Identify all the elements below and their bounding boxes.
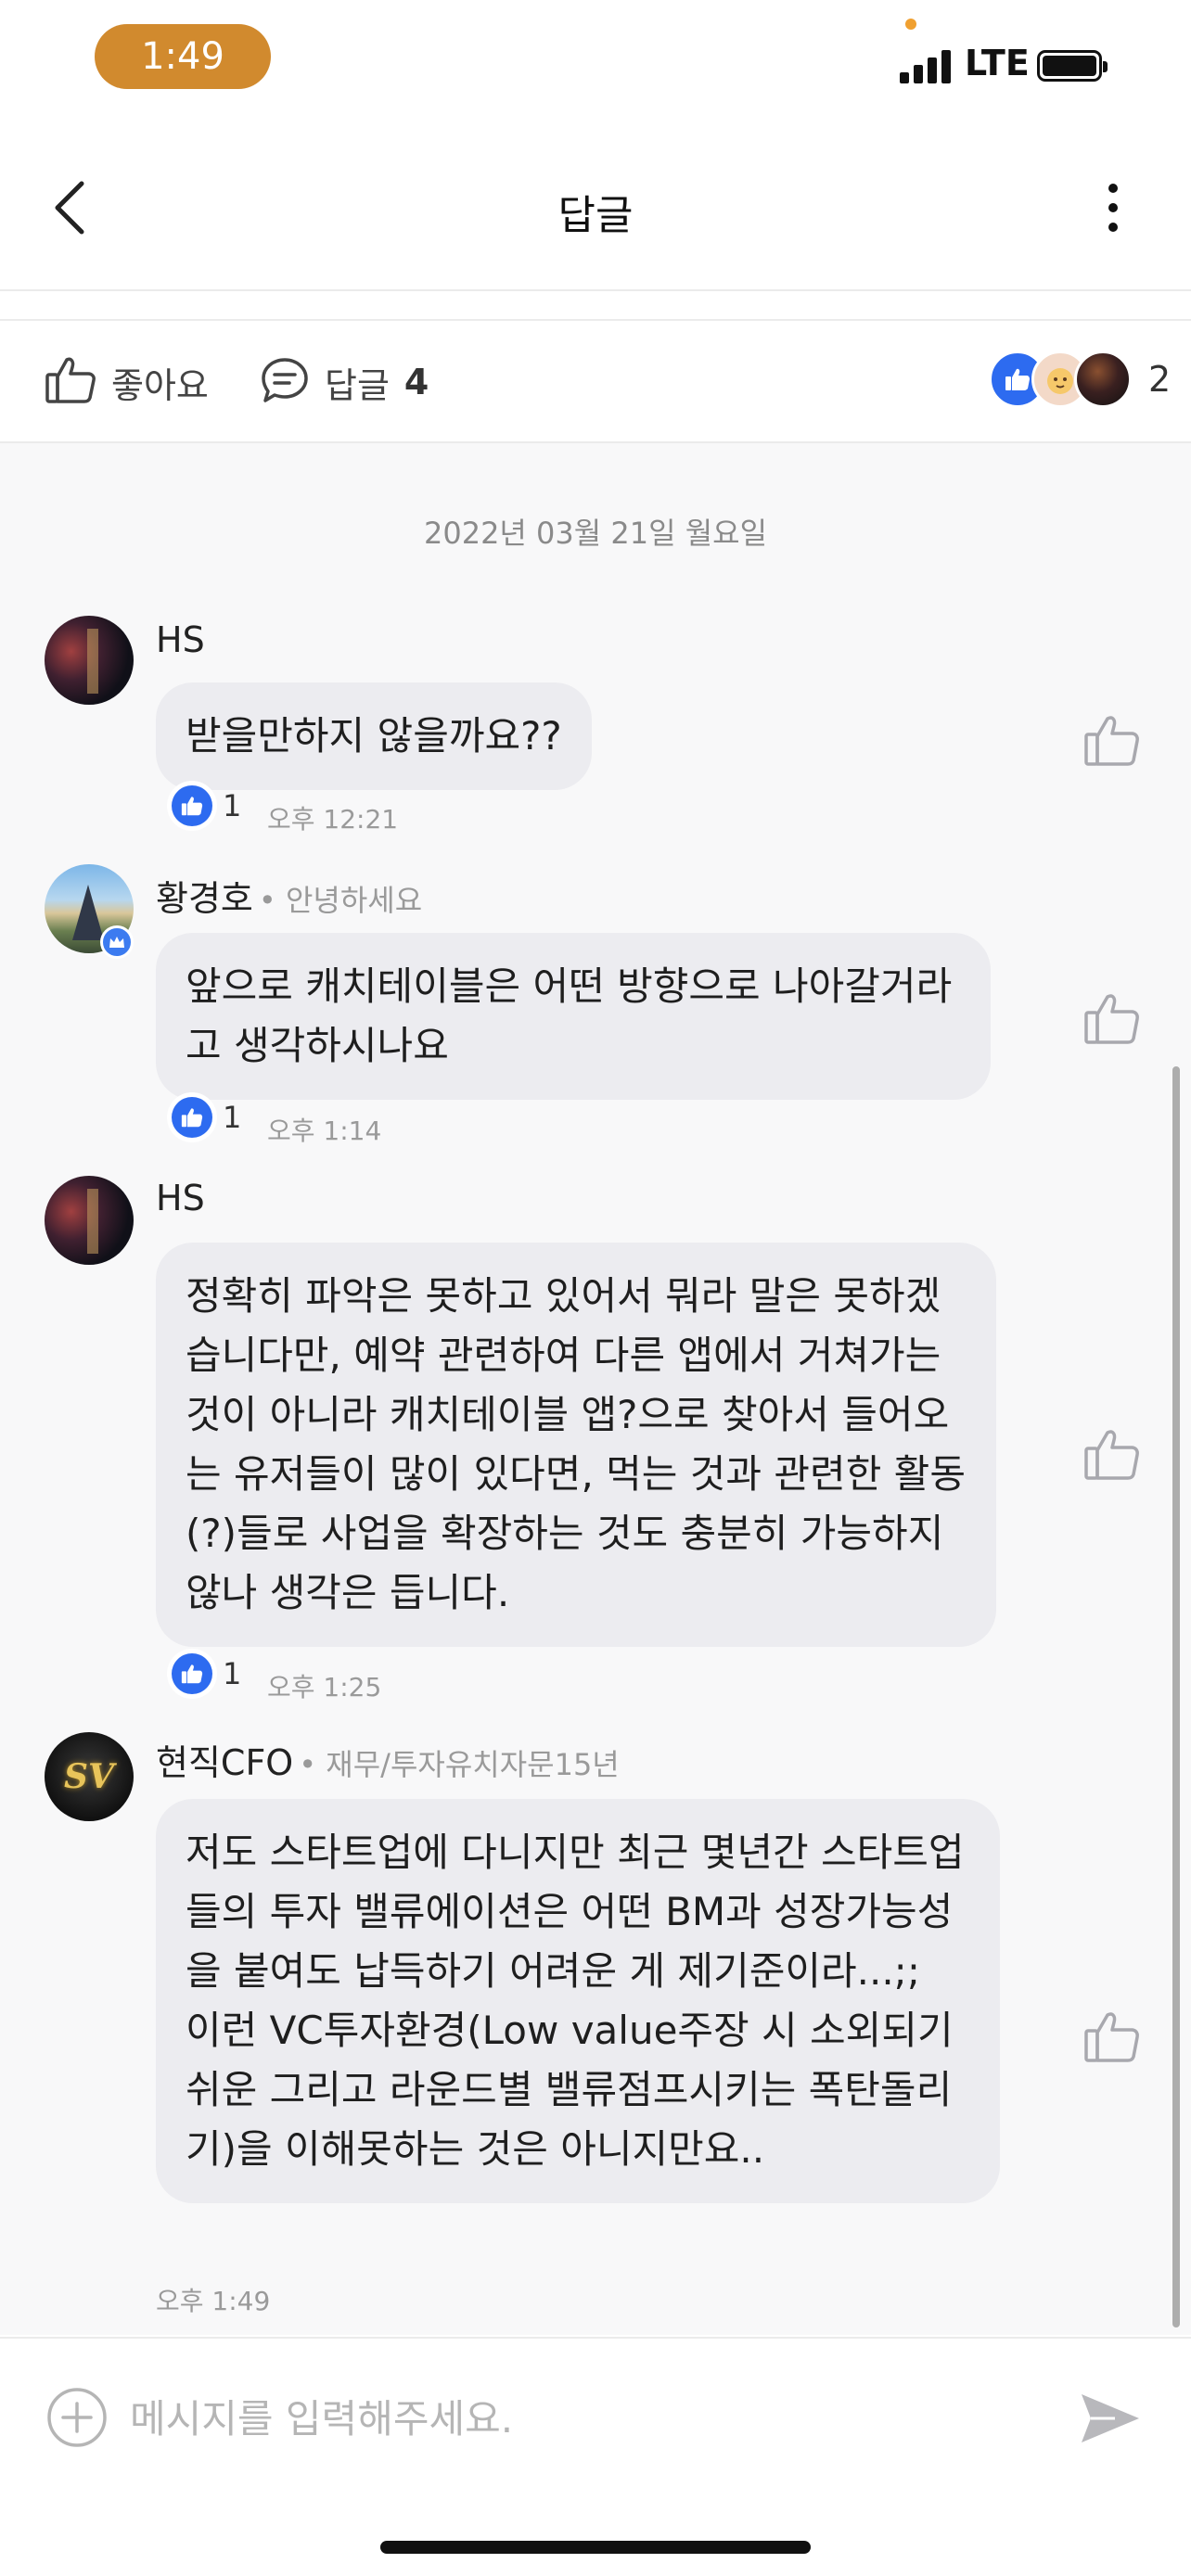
message-bubble: 저도 스타트업에 다니지만 최근 몇년간 스타트업들의 투자 밸류에이션은 어떤… [156,1799,1000,2203]
thumbs-up-icon[interactable] [1083,992,1139,1044]
reaction-chip[interactable]: 1 [167,1092,241,1142]
author-bio: • 안녕하세요 [258,883,423,918]
status-time: 1:49 [95,24,271,89]
reaction-chip[interactable]: 1 [167,1649,241,1699]
like-button[interactable]: 좋아요 [45,356,209,408]
message-bubble: 정확히 파악은 못하고 있어서 뭐라 말은 못하겠습니다만, 예약 관련하여 다… [156,1243,996,1647]
message-time: 오후 1:25 [267,1672,382,1702]
reactor-list[interactable]: 2 [989,351,1171,408]
scrollbar[interactable] [1172,1066,1180,2327]
reply-label: 답글 [325,364,390,406]
composer [0,2337,1191,2576]
status-bar: 1:49 LTE [0,0,1191,121]
battery-icon [1037,50,1108,82]
reply-button[interactable]: 답글 4 [260,356,429,408]
divider [0,289,1191,291]
plus-circle-icon[interactable] [46,2387,108,2448]
comment-icon [260,356,310,408]
message-time: 오후 12:21 [267,804,399,835]
like-reaction-icon [167,781,217,831]
author-name[interactable]: 현직CFO • 재무/투자유치자문15년 [156,1734,620,1785]
reply-count: 4 [403,362,429,402]
send-icon[interactable] [1078,2389,1143,2448]
author-bio: • 재무/투자유치자문15년 [299,1747,620,1782]
thumbs-up-icon[interactable] [1083,1428,1139,1480]
author-name[interactable]: HS [156,1178,205,1218]
like-label: 좋아요 [111,364,209,406]
author-name[interactable]: HS [156,619,205,660]
author-name[interactable]: 황경호 • 안녕하세요 [156,870,422,921]
more-vertical-icon[interactable] [1095,176,1132,239]
privacy-indicator-dot [905,19,916,30]
reaction-chip[interactable]: 1 [167,781,241,831]
thumbs-up-icon [45,356,96,408]
like-reaction-icon [167,1092,217,1142]
nav-bar: 답글 [0,139,1191,276]
reaction-count: 1 [223,788,242,823]
avatar[interactable] [45,616,134,705]
avatar-logo: SV [64,1757,114,1796]
thumbs-up-icon[interactable] [1083,2010,1139,2062]
reactor-avatar [1074,351,1132,408]
crown-badge-icon [100,925,134,959]
like-reaction-icon [167,1649,217,1699]
reaction-count: 2 [1148,359,1172,400]
message-input[interactable] [130,2383,1057,2454]
avatar[interactable]: SV [45,1732,134,1821]
date-separator: 2022년 03월 21일 월요일 [423,516,768,551]
page-title: 답글 [557,192,634,239]
home-indicator [380,2541,811,2554]
reaction-count: 1 [223,1100,242,1135]
reaction-count: 1 [223,1656,242,1691]
network-type: LTE [965,43,1030,83]
thumbs-up-icon[interactable] [1083,714,1139,766]
message-time: 오후 1:49 [156,2286,271,2316]
message-bubble: 받을만하지 않을까요?? [156,682,592,790]
action-bar: 좋아요 답글 4 2 [0,321,1191,441]
message-time: 오후 1:14 [267,1116,382,1146]
message-bubble: 앞으로 캐치테이블은 어떤 방향으로 나아갈거라고 생각하시나요 [156,933,991,1100]
avatar[interactable] [45,1176,134,1265]
signal-strength-icon [900,46,951,83]
